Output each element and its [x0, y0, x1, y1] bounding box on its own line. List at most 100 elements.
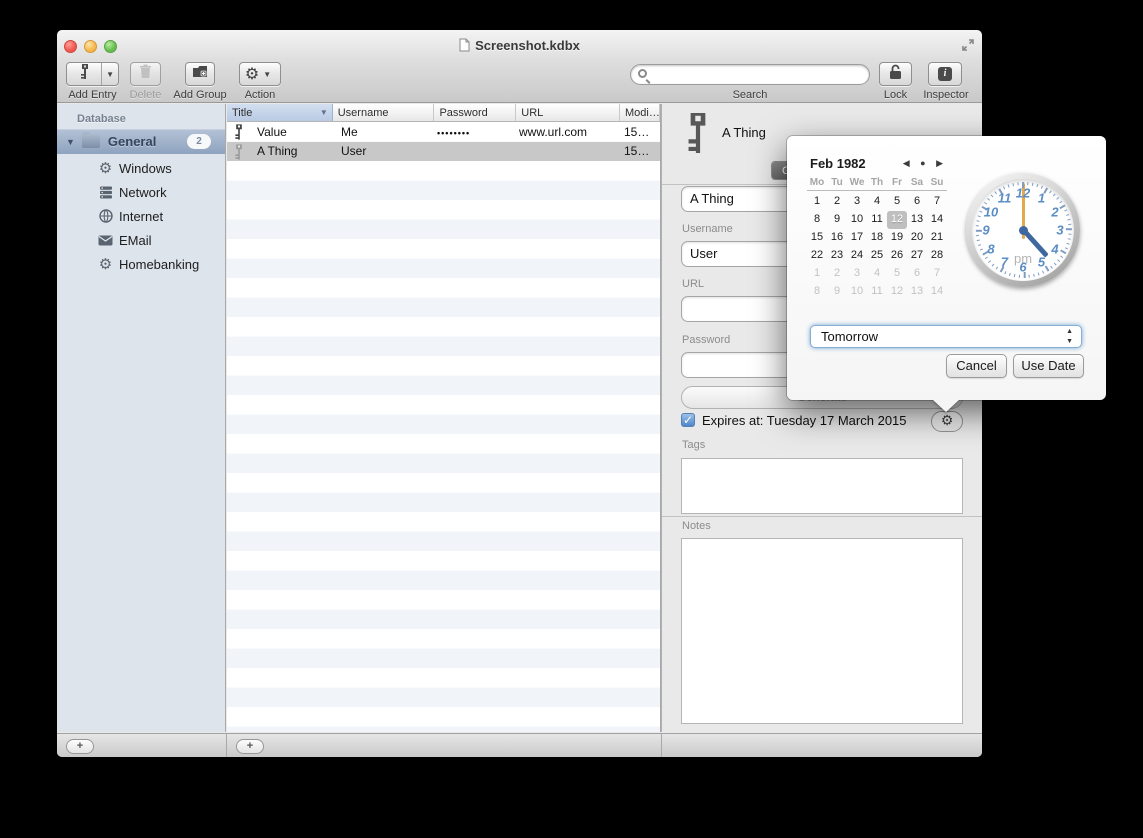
- column-header-title[interactable]: Title▼: [227, 104, 333, 121]
- calendar-day[interactable]: 7: [927, 193, 947, 211]
- calendar-day[interactable]: 22: [807, 247, 827, 265]
- calendar-day[interactable]: 9: [827, 283, 847, 301]
- calendar-grid[interactable]: 1234567891011121314151617181920212223242…: [807, 193, 947, 301]
- calendar-day[interactable]: 28: [927, 247, 947, 265]
- cell-username: Me: [341, 125, 358, 139]
- calendar-day[interactable]: 13: [907, 211, 927, 229]
- calendar-day[interactable]: 17: [847, 229, 867, 247]
- calendar-day[interactable]: 10: [847, 211, 867, 229]
- calendar-day[interactable]: 25: [867, 247, 887, 265]
- calendar-day[interactable]: 1: [807, 193, 827, 211]
- tags-input[interactable]: [681, 458, 963, 514]
- fullscreen-icon[interactable]: [961, 38, 975, 52]
- sidebar-item-windows[interactable]: ⚙Windows: [57, 156, 225, 180]
- add-entry-footer-button[interactable]: +: [236, 739, 264, 754]
- calendar-day-selected[interactable]: 12: [887, 211, 907, 229]
- calendar-day[interactable]: 2: [827, 265, 847, 283]
- lock-button[interactable]: [879, 62, 912, 86]
- calendar-day[interactable]: 21: [927, 229, 947, 247]
- expires-checkbox[interactable]: ✓: [681, 413, 695, 427]
- calendar-day[interactable]: 6: [907, 193, 927, 211]
- column-header-url[interactable]: URL: [516, 104, 620, 121]
- calendar-day[interactable]: 1: [807, 265, 827, 283]
- table-body[interactable]: ValueMe••••••••www.url.com15…A ThingUser…: [227, 122, 660, 732]
- calendar-day[interactable]: 12: [887, 283, 907, 301]
- cell-url: www.url.com: [519, 125, 587, 139]
- hour-tick: [1059, 204, 1065, 209]
- column-header-password[interactable]: Password: [434, 104, 516, 121]
- calendar-day[interactable]: 10: [847, 283, 867, 301]
- minute-tick: [1041, 186, 1043, 189]
- calendar-day[interactable]: 20: [907, 229, 927, 247]
- sidebar-group-general[interactable]: ▼ General 2: [57, 129, 225, 154]
- clock-face: pm 123456789101112: [972, 179, 1074, 281]
- calendar-day[interactable]: 24: [847, 247, 867, 265]
- calendar-day[interactable]: 3: [847, 193, 867, 211]
- divider: [661, 734, 662, 757]
- delete-button[interactable]: [130, 62, 161, 86]
- calendar-day[interactable]: 5: [887, 265, 907, 283]
- calendar-day[interactable]: 11: [867, 283, 887, 301]
- calendar-day[interactable]: 7: [927, 265, 947, 283]
- search-input[interactable]: [630, 64, 870, 85]
- calendar-day[interactable]: 8: [807, 211, 827, 229]
- calendar-day[interactable]: 26: [887, 247, 907, 265]
- calendar-day[interactable]: 19: [887, 229, 907, 247]
- calendar-day[interactable]: 14: [927, 283, 947, 301]
- calendar-day[interactable]: 11: [867, 211, 887, 229]
- minute-tick: [976, 225, 979, 226]
- calendar-day[interactable]: 13: [907, 283, 927, 301]
- calendar-day[interactable]: 8: [807, 283, 827, 301]
- add-entry-button[interactable]: ▼: [66, 62, 119, 86]
- minute-tick: [1065, 247, 1068, 249]
- trash-icon: [139, 64, 152, 84]
- cancel-button[interactable]: Cancel: [946, 354, 1007, 378]
- calendar-day[interactable]: 23: [827, 247, 847, 265]
- calendar-day[interactable]: 3: [847, 265, 867, 283]
- server-icon: [98, 185, 113, 200]
- calendar-day[interactable]: 6: [907, 265, 927, 283]
- minute-tick: [1036, 184, 1038, 187]
- sidebar-item-network[interactable]: Network: [57, 180, 225, 204]
- column-header-modi[interactable]: Modi…: [620, 104, 660, 121]
- calendar-day[interactable]: 5: [887, 193, 907, 211]
- calendar-day[interactable]: 15: [807, 229, 827, 247]
- chevron-down-icon: ▼: [259, 70, 275, 79]
- hour-tick: [1045, 265, 1050, 271]
- calendar-day[interactable]: 4: [867, 193, 887, 211]
- minute-tick: [995, 267, 997, 270]
- preset-value: Tomorrow: [821, 329, 878, 344]
- column-header-username[interactable]: Username: [333, 104, 435, 121]
- table-row[interactable]: ValueMe••••••••www.url.com15…: [227, 122, 660, 142]
- disclosure-triangle-icon[interactable]: ▼: [66, 137, 75, 147]
- calendar-day[interactable]: 9: [827, 211, 847, 229]
- calendar-day[interactable]: 4: [867, 265, 887, 283]
- sidebar-item-internet[interactable]: Internet: [57, 204, 225, 228]
- clock-numeral: 8: [987, 241, 994, 256]
- expire-preset-select[interactable]: Tomorrow ▲▼: [810, 325, 1082, 348]
- sidebar-item-homebanking[interactable]: ⚙Homebanking: [57, 252, 225, 276]
- action-button[interactable]: ⚙ ▼: [239, 62, 281, 86]
- calendar-day[interactable]: 18: [867, 229, 887, 247]
- add-group-footer-button[interactable]: +: [66, 739, 94, 754]
- calendar-day[interactable]: 16: [827, 229, 847, 247]
- calendar-day[interactable]: 27: [907, 247, 927, 265]
- inspector-button[interactable]: i: [928, 62, 962, 86]
- entry-title: A Thing: [722, 125, 766, 140]
- notes-input[interactable]: [681, 538, 963, 724]
- expires-date-picker-button[interactable]: ⚙: [931, 411, 963, 432]
- table-row[interactable]: A ThingUser15…: [227, 142, 660, 162]
- use-date-button[interactable]: Use Date: [1013, 354, 1084, 378]
- calendar-nav[interactable]: ◀ ● ▶: [903, 158, 947, 169]
- calendar-day[interactable]: 14: [927, 211, 947, 229]
- chevron-down-icon[interactable]: ▼: [102, 70, 118, 79]
- tags-label: Tags: [682, 439, 705, 451]
- minute-tick: [1032, 183, 1034, 186]
- add-group-button[interactable]: [185, 62, 215, 86]
- table-header: Title▼UsernamePasswordURLModi…: [227, 104, 660, 122]
- minute-tick: [1060, 201, 1063, 203]
- clock-numeral: 7: [1001, 255, 1008, 270]
- sidebar-item-email[interactable]: EMail: [57, 228, 225, 252]
- calendar-day[interactable]: 2: [827, 193, 847, 211]
- minute-tick: [987, 198, 990, 201]
